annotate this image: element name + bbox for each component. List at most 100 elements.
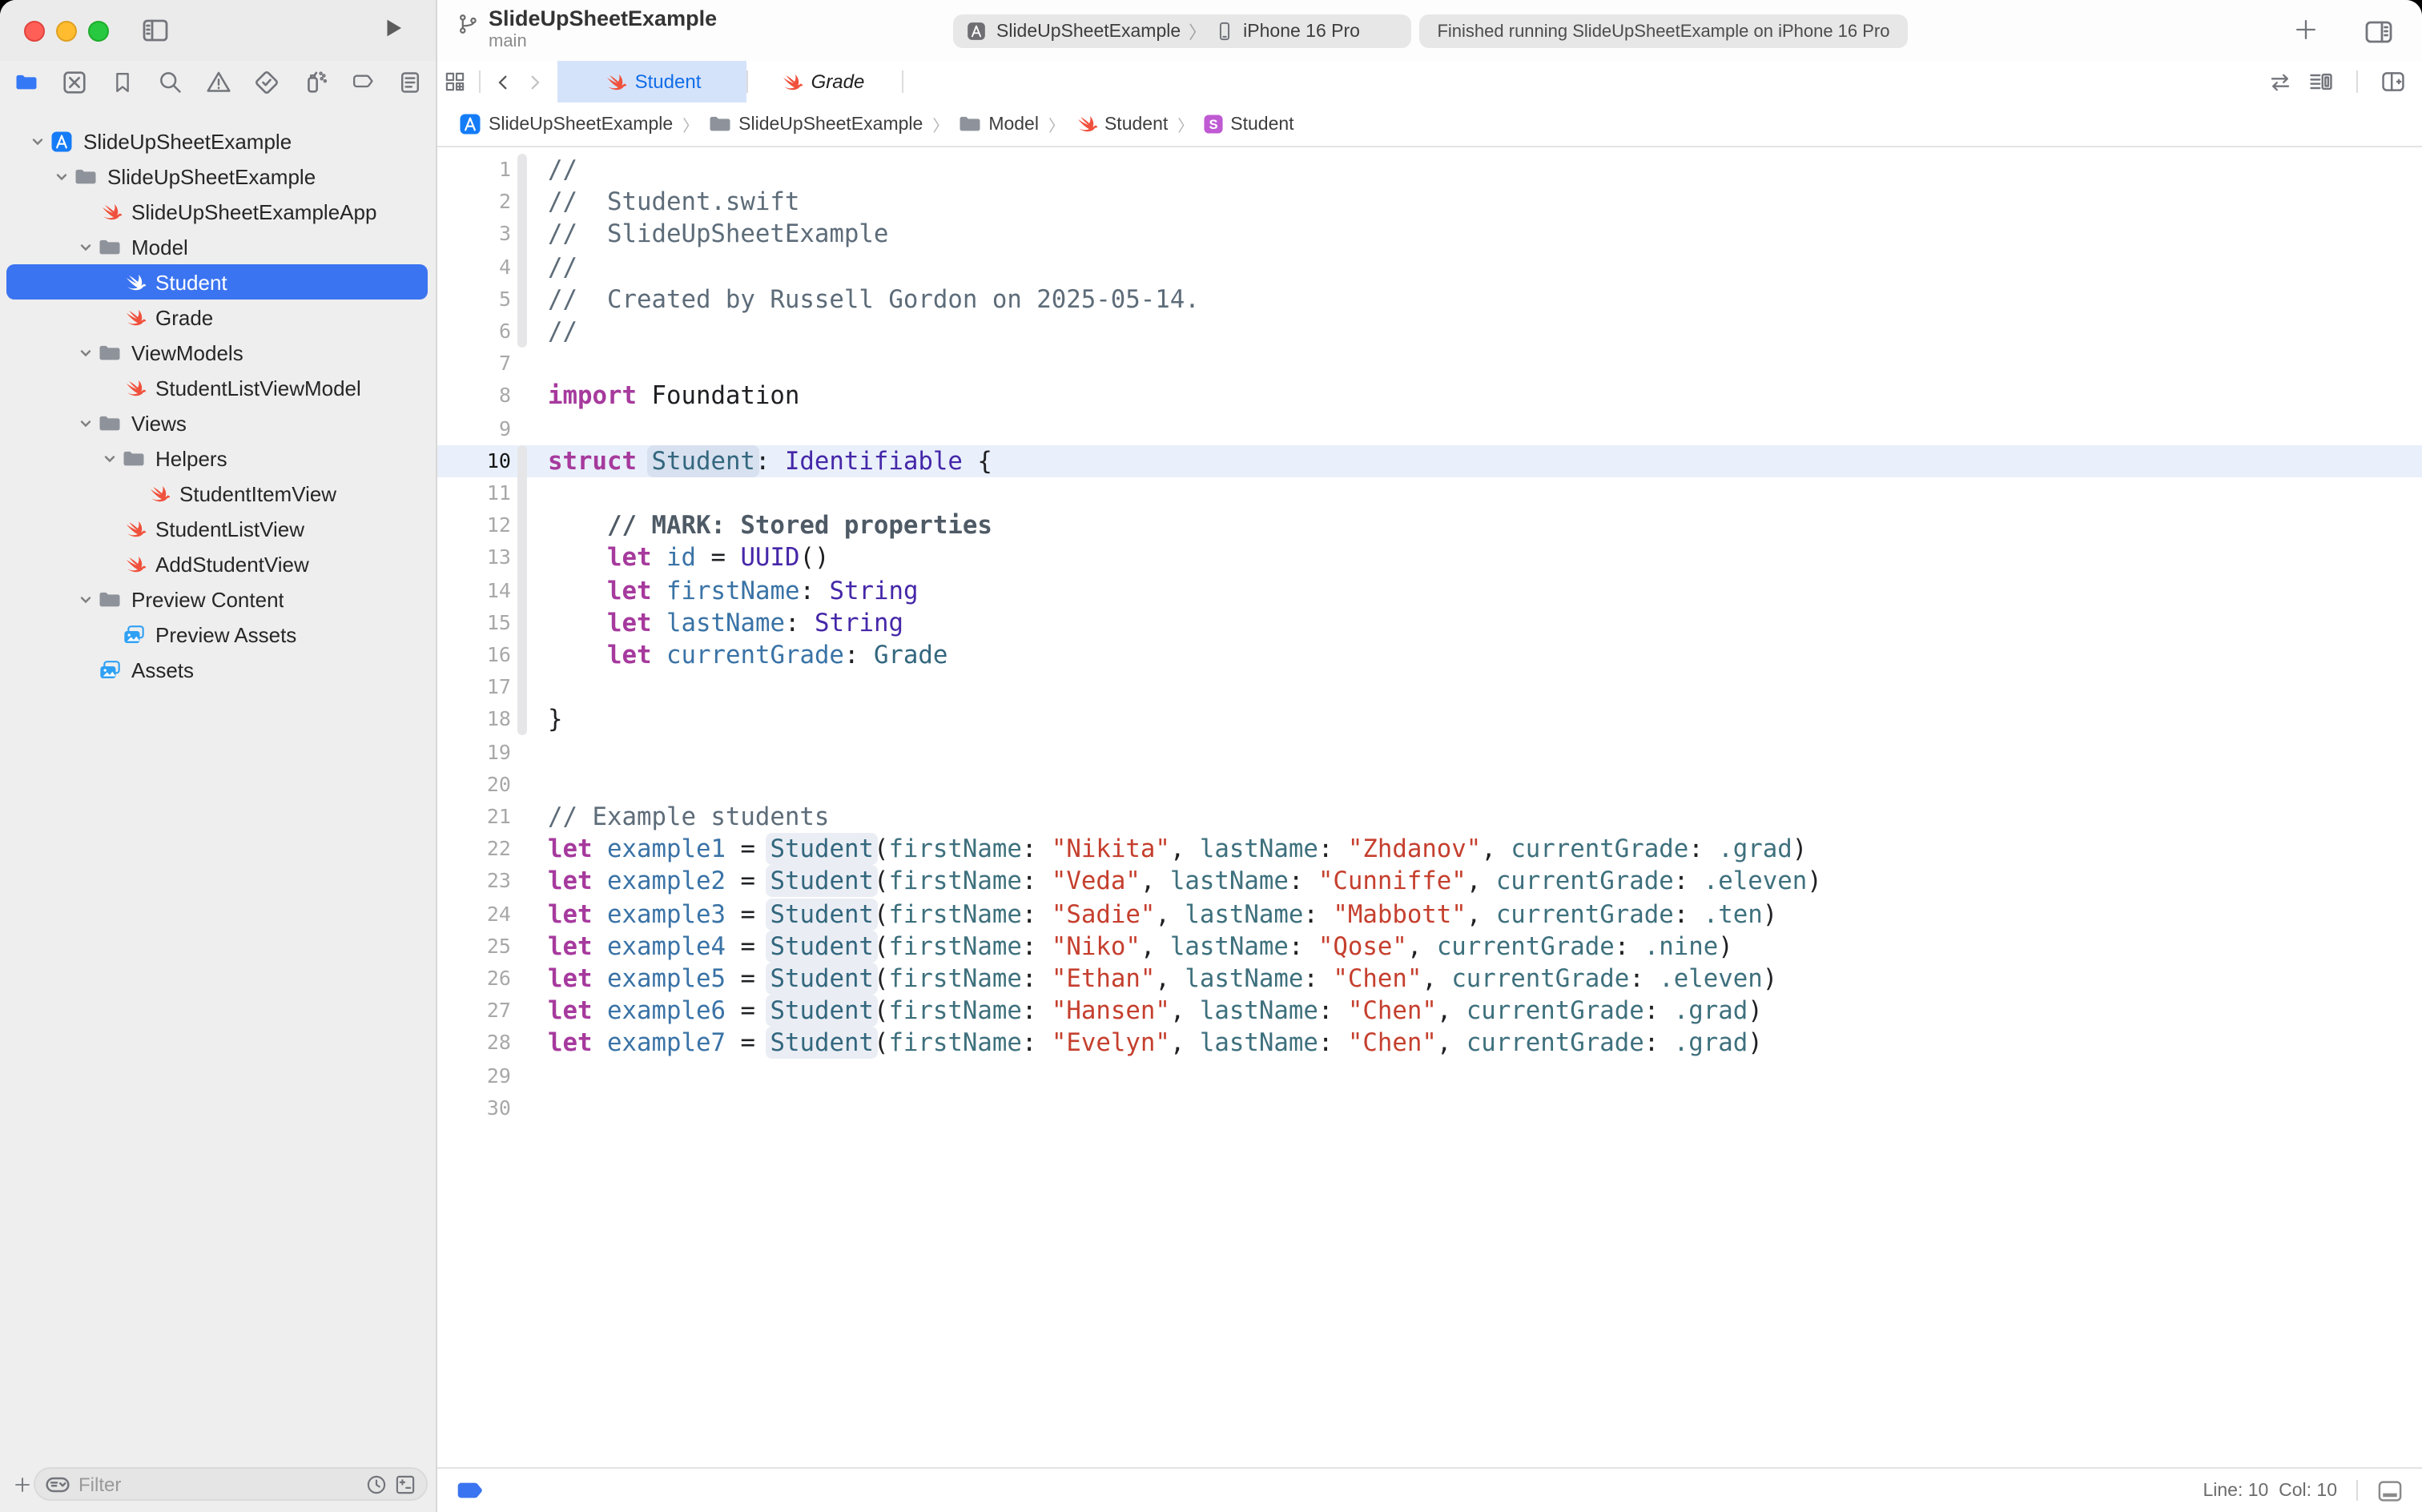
line-number[interactable]: 2 — [437, 186, 511, 218]
disclosure-chevron-icon[interactable] — [26, 134, 48, 148]
breakpoints-toggle-icon[interactable] — [457, 1482, 484, 1499]
line-number[interactable]: 4 — [437, 251, 511, 283]
source-editor[interactable]: 1//2// Student.swift3// SlideUpSheetExam… — [437, 147, 2422, 1467]
breadcrumb-item[interactable]: SlideUpSheetExample — [458, 112, 673, 136]
line-number[interactable]: 17 — [437, 671, 511, 703]
line-number[interactable]: 26 — [437, 963, 511, 995]
line-number[interactable]: 30 — [437, 1092, 511, 1124]
line-number[interactable]: 6 — [437, 316, 511, 348]
navigator-tab-issues-icon[interactable] — [202, 66, 234, 98]
sidebar-item-preview-assets[interactable]: Preview Assets — [6, 617, 428, 652]
navigator-tab-breakpoints-icon[interactable] — [346, 66, 378, 98]
scheme-project-name[interactable]: SlideUpSheetExample — [996, 22, 1181, 41]
line-number[interactable]: 29 — [437, 1060, 511, 1092]
editor-tab-student[interactable]: Student — [557, 61, 746, 103]
line-number[interactable]: 27 — [437, 995, 511, 1027]
add-split-editor-icon[interactable] — [2380, 69, 2406, 94]
related-items-icon[interactable] — [437, 61, 473, 103]
line-number[interactable]: 8 — [437, 380, 511, 412]
sidebar-item-addstudentview[interactable]: AddStudentView — [6, 546, 428, 581]
scheme-device-name[interactable]: iPhone 16 Pro — [1243, 22, 1360, 41]
navigator-tab-reports-icon[interactable] — [394, 66, 426, 98]
line-number[interactable]: 20 — [437, 768, 511, 800]
breadcrumb-item[interactable]: SStudent — [1203, 114, 1293, 135]
sidebar-item-slideupsheetexample[interactable]: SlideUpSheetExample — [6, 159, 428, 194]
sidebar-item-slideupsheetexampleapp[interactable]: SlideUpSheetExampleApp — [6, 194, 428, 229]
code-token: id — [666, 544, 696, 573]
close-window-button[interactable] — [24, 21, 45, 42]
line-number[interactable]: 10 — [437, 444, 511, 477]
disclosure-chevron-icon[interactable] — [74, 416, 96, 430]
sidebar-item-helpers[interactable]: Helpers — [6, 440, 428, 476]
file-label: Views — [131, 411, 187, 435]
line-number[interactable]: 12 — [437, 509, 511, 541]
line-number[interactable]: 1 — [437, 154, 511, 186]
line-number[interactable]: 25 — [437, 930, 511, 962]
line-number[interactable]: 14 — [437, 574, 511, 606]
disclosure-chevron-icon[interactable] — [50, 169, 72, 183]
code-token: = — [726, 899, 770, 928]
line-number[interactable]: 28 — [437, 1027, 511, 1060]
add-editor-plus-icon[interactable] — [2294, 18, 2318, 42]
navigator-tab-project-navigator-icon[interactable] — [10, 66, 42, 98]
line-number[interactable]: 13 — [437, 542, 511, 574]
run-button[interactable] — [381, 16, 405, 40]
sidebar-item-studentitemview[interactable]: StudentItemView — [6, 476, 428, 511]
navigator-tab-search-icon[interactable] — [154, 66, 186, 98]
debug-area-toggle-icon[interactable] — [2377, 1479, 2403, 1502]
sidebar-item-slideupsheetexample[interactable]: SlideUpSheetExample — [6, 123, 428, 159]
sidebar-item-studentlistview[interactable]: StudentListView — [6, 511, 428, 546]
navigator-tab-source-control-icon[interactable] — [58, 66, 90, 98]
navigator-tab-tests-icon[interactable] — [250, 66, 282, 98]
breadcrumb-item[interactable]: Model — [958, 112, 1039, 136]
line-number[interactable]: 19 — [437, 736, 511, 768]
line-number[interactable]: 7 — [437, 348, 511, 380]
disclosure-chevron-icon[interactable] — [74, 345, 96, 360]
code-token: , — [1466, 867, 1496, 896]
breadcrumb-item[interactable]: SlideUpSheetExample — [708, 112, 923, 136]
navigator-tab-debug-icon[interactable] — [298, 66, 330, 98]
line-number[interactable]: 18 — [437, 704, 511, 736]
line-number[interactable]: 15 — [437, 606, 511, 638]
line-number[interactable]: 23 — [437, 866, 511, 898]
code-review-icon[interactable] — [2268, 70, 2292, 94]
folder-icon — [96, 585, 123, 613]
line-number[interactable]: 11 — [437, 477, 511, 509]
breadcrumb-label: SlideUpSheetExample — [489, 115, 673, 134]
sidebar-item-studentlistviewmodel[interactable]: StudentListViewModel — [6, 370, 428, 405]
sidebar-item-assets[interactable]: Assets — [6, 652, 428, 687]
inspector-sidebar-toggle-icon[interactable] — [2364, 18, 2393, 46]
editor-tab-grade[interactable]: Grade — [748, 61, 895, 103]
sidebar-item-views[interactable]: Views — [6, 405, 428, 440]
disclosure-chevron-icon[interactable] — [74, 239, 96, 254]
line-number[interactable]: 3 — [437, 219, 511, 251]
navigator-tab-bookmarks-icon[interactable] — [106, 66, 138, 98]
breadcrumb-item[interactable]: Student — [1074, 112, 1168, 136]
sidebar-item-grade[interactable]: Grade — [6, 300, 428, 335]
col-indicator[interactable]: Col: 10 — [2279, 1481, 2337, 1500]
recents-clock-icon[interactable] — [365, 1473, 388, 1495]
disclosure-chevron-icon[interactable] — [98, 451, 120, 465]
sidebar-item-model[interactable]: Model — [6, 229, 428, 264]
back-chevron-icon[interactable] — [487, 61, 519, 103]
forward-chevron-icon[interactable] — [519, 61, 551, 103]
zoom-window-button[interactable] — [88, 21, 109, 42]
line-number[interactable]: 21 — [437, 801, 511, 833]
minimize-window-button[interactable] — [56, 21, 77, 42]
line-number[interactable]: 16 — [437, 639, 511, 671]
navigator-sidebar-toggle-icon[interactable] — [141, 16, 170, 45]
line-number[interactable]: 9 — [437, 412, 511, 444]
filter-field[interactable]: Filter — [34, 1467, 428, 1501]
line-number[interactable]: 5 — [437, 283, 511, 315]
line-indicator[interactable]: Line: 10 — [2203, 1481, 2268, 1500]
editor-options-icon[interactable] — [2308, 69, 2334, 94]
disclosure-chevron-icon[interactable] — [74, 592, 96, 606]
sidebar-item-preview-content[interactable]: Preview Content — [6, 581, 428, 617]
sidebar-item-viewmodels[interactable]: ViewModels — [6, 335, 428, 370]
sidebar-item-student[interactable]: Student — [6, 264, 428, 300]
scheme-selector[interactable]: SlideUpSheetExample 〉 iPhone 16 Pro — [953, 14, 1411, 48]
source-control-changes-icon[interactable] — [394, 1473, 416, 1495]
line-number[interactable]: 24 — [437, 898, 511, 930]
add-file-plus-icon[interactable] — [13, 1475, 32, 1494]
line-number[interactable]: 22 — [437, 833, 511, 865]
